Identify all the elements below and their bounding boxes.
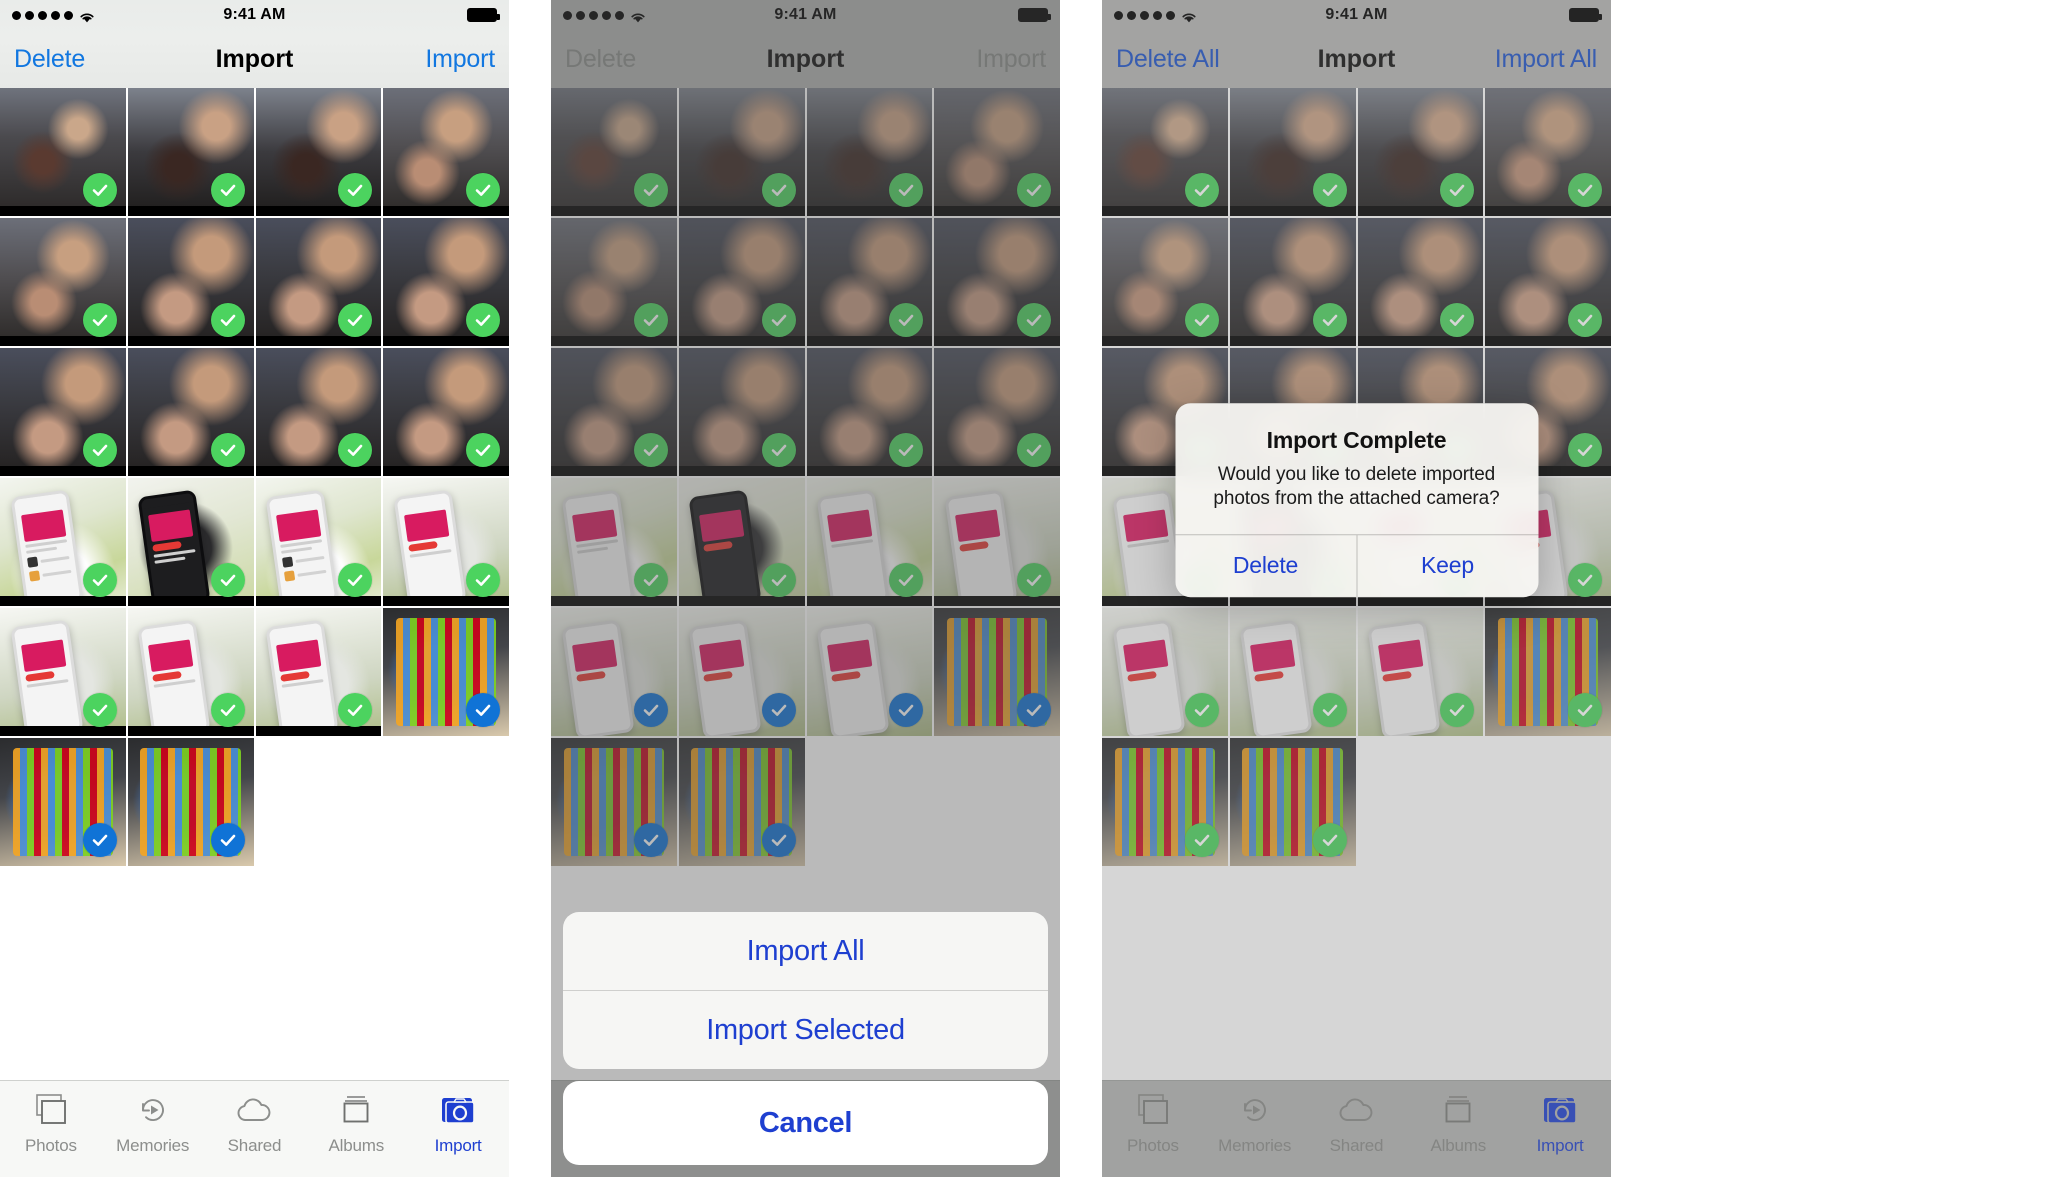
photo-cell[interactable]: [127, 348, 254, 476]
action-sheet: Import All Import Selected Cancel: [563, 912, 1048, 1165]
selected-check-icon[interactable]: [82, 303, 117, 337]
selected-check-icon[interactable]: [466, 433, 500, 467]
alert-keep-button[interactable]: Keep: [1356, 534, 1538, 597]
selected-check-icon[interactable]: [210, 303, 245, 337]
screen-import-complete: 9:41 AM Delete All Import Import All Pho…: [1102, 0, 1611, 1177]
photo-cell[interactable]: [255, 608, 382, 736]
tab-label: Import: [434, 1136, 482, 1155]
photo-cell[interactable]: [255, 218, 382, 346]
photo-cell[interactable]: [127, 608, 254, 736]
selected-check-icon[interactable]: [338, 693, 373, 727]
selected-check-icon[interactable]: [466, 173, 500, 207]
status-bar: 9:41 AM: [0, 0, 509, 30]
alert-actions: Delete Keep: [1175, 533, 1538, 597]
selected-check-icon[interactable]: [338, 563, 373, 597]
photo-cell[interactable]: [127, 738, 254, 866]
tab-albums[interactable]: Albums: [305, 1090, 407, 1156]
memories-icon: [137, 1090, 169, 1130]
import-all-option[interactable]: Import All: [563, 912, 1048, 990]
alert-message: Would you like to delete imported photos…: [1213, 464, 1500, 510]
selected-check-icon[interactable]: [82, 563, 117, 597]
selected-check-icon[interactable]: [466, 693, 500, 727]
photo-cell[interactable]: [383, 88, 509, 216]
photo-cell[interactable]: [0, 348, 126, 476]
photo-cell[interactable]: [0, 608, 126, 736]
photo-cell[interactable]: [383, 608, 509, 736]
shared-cloud-icon: [235, 1090, 273, 1130]
tab-label: Photos: [25, 1136, 77, 1155]
cancel-button[interactable]: Cancel: [563, 1081, 1048, 1165]
selected-check-icon[interactable]: [338, 433, 373, 467]
selected-check-icon[interactable]: [210, 173, 245, 207]
alert-title: Import Complete: [1266, 427, 1447, 454]
selected-check-icon[interactable]: [210, 693, 245, 727]
selected-check-icon[interactable]: [338, 303, 373, 337]
delete-button[interactable]: Delete: [14, 45, 85, 74]
selected-check-icon[interactable]: [210, 563, 245, 597]
tab-photos[interactable]: Photos: [0, 1090, 102, 1156]
panel-divider: [1060, 0, 1081, 1177]
selected-check-icon[interactable]: [338, 173, 373, 207]
selected-check-icon[interactable]: [82, 823, 117, 857]
photo-cell[interactable]: [0, 478, 126, 606]
selected-check-icon[interactable]: [82, 433, 117, 467]
selected-check-icon[interactable]: [466, 303, 500, 337]
alert-body: Import Complete Would you like to delete…: [1175, 403, 1538, 534]
selected-check-icon[interactable]: [466, 563, 500, 597]
photo-cell[interactable]: [383, 348, 509, 476]
photo-cell[interactable]: [383, 478, 509, 606]
import-complete-alert: Import Complete Would you like to delete…: [1175, 403, 1538, 597]
tab-label: Shared: [227, 1136, 282, 1155]
tab-memories[interactable]: Memories: [102, 1090, 204, 1156]
panel1-header: 9:41 AM Delete Import Import: [0, 0, 509, 88]
import-button[interactable]: Import: [425, 45, 495, 74]
status-bar-right: [467, 8, 500, 22]
albums-icon: [340, 1090, 372, 1130]
photo-grid: [0, 88, 509, 866]
tab-import[interactable]: Import: [407, 1090, 509, 1156]
photos-icon: [34, 1090, 68, 1130]
tab-shared[interactable]: Shared: [204, 1090, 306, 1156]
selected-check-icon[interactable]: [210, 823, 245, 857]
status-bar-clock: 9:41 AM: [223, 6, 286, 23]
battery-full-icon: [467, 8, 500, 22]
photo-cell[interactable]: [255, 88, 382, 216]
screen-action-sheet: 9:41 AM Delete Import Import Import All …: [551, 0, 1060, 1177]
import-camera-icon: [440, 1090, 476, 1130]
photo-cell[interactable]: [127, 218, 254, 346]
navigation-bar: Delete Import Import: [0, 30, 509, 88]
photo-cell[interactable]: [127, 88, 254, 216]
photo-cell[interactable]: [255, 478, 382, 606]
selected-check-icon[interactable]: [210, 433, 245, 467]
photo-cell[interactable]: [0, 88, 126, 216]
photo-cell[interactable]: [0, 218, 126, 346]
photo-cell[interactable]: [383, 218, 509, 346]
three-panel-comparison: 9:41 AM Delete Import Import Photos Memo…: [0, 0, 2048, 1177]
screen-selection: 9:41 AM Delete Import Import Photos Memo…: [0, 0, 509, 1177]
photo-cell[interactable]: [255, 348, 382, 476]
photo-grid-container[interactable]: [0, 88, 509, 1070]
panel-divider: [509, 0, 530, 1177]
alert-delete-button[interactable]: Delete: [1175, 535, 1356, 597]
tab-label: Memories: [116, 1136, 190, 1155]
photo-cell[interactable]: [127, 478, 254, 606]
photo-cell[interactable]: [0, 738, 126, 866]
tab-bar: Photos Memories Shared Albums Import: [0, 1080, 509, 1177]
selected-check-icon[interactable]: [82, 173, 117, 207]
action-sheet-options: Import All Import Selected: [563, 912, 1048, 1069]
tab-label: Albums: [328, 1136, 385, 1155]
selected-check-icon[interactable]: [82, 693, 117, 727]
import-selected-option[interactable]: Import Selected: [563, 991, 1048, 1069]
